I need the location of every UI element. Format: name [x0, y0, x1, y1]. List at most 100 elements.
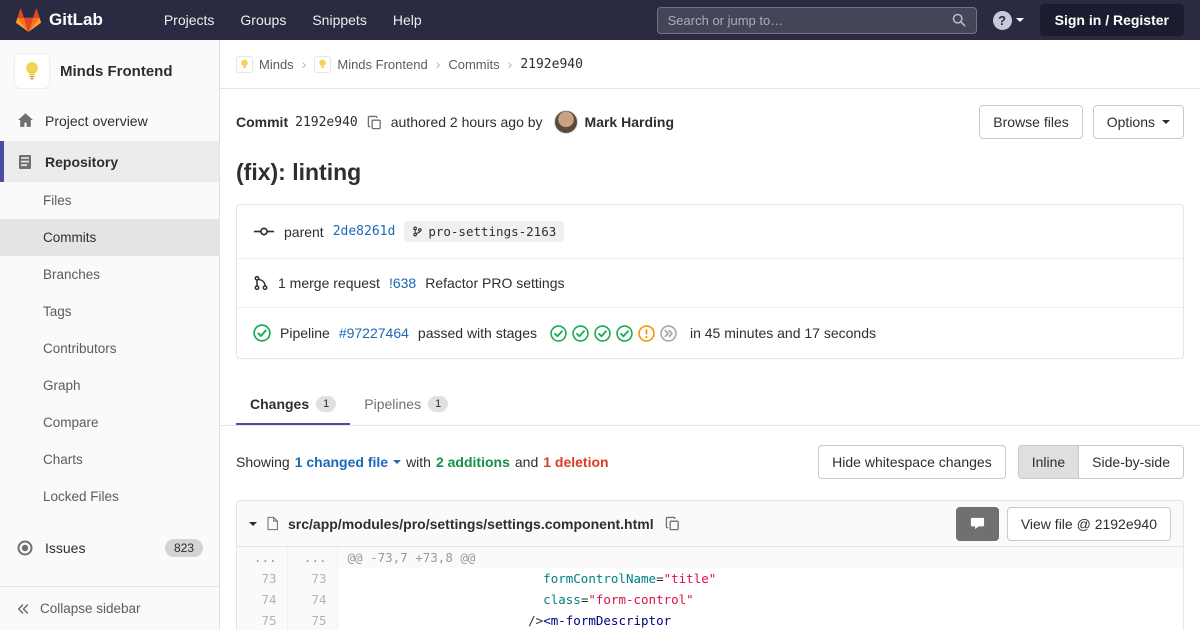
breadcrumb-label: 2192e940 [520, 57, 583, 72]
menu-help[interactable]: Help [380, 0, 435, 40]
diff-summary-bar: Showing 1 changed file with 2 additions … [220, 426, 1200, 498]
tab-label: Pipelines [364, 396, 421, 412]
stage-success-icon[interactable] [616, 325, 633, 342]
sign-in-register-button[interactable]: Sign in / Register [1040, 4, 1184, 36]
author-name[interactable]: Mark Harding [585, 114, 674, 130]
chevron-down-icon [1016, 18, 1024, 22]
sidebar-subitem-charts[interactable]: Charts [0, 441, 219, 478]
new-line-number[interactable]: 73 [287, 568, 337, 589]
parent-commit-row: parent 2de8261d pro-settings-2163 [237, 205, 1183, 259]
sidebar-subitem-commits[interactable]: Commits [0, 219, 219, 256]
menu-projects[interactable]: Projects [151, 0, 228, 40]
showing-label: Showing [236, 454, 290, 470]
branch-badge[interactable]: pro-settings-2163 [404, 221, 564, 242]
search-box[interactable] [657, 7, 977, 34]
old-line-number[interactable]: 75 [237, 610, 287, 630]
old-line-number[interactable]: 74 [237, 589, 287, 610]
copy-sha-button[interactable] [365, 113, 384, 132]
collapse-sidebar-button[interactable]: Collapse sidebar [0, 586, 219, 630]
code-attr-value: "form-control" [588, 592, 693, 607]
sidebar-subitem-branches[interactable]: Branches [0, 256, 219, 293]
hunk-header-text: @@ -73,7 +73,8 @@ [337, 547, 1183, 568]
sidebar-subitem-contributors[interactable]: Contributors [0, 330, 219, 367]
diff-line-75: 75 75 /><m-formDescriptor [237, 610, 1183, 630]
main-menu: Projects Groups Snippets Help [151, 0, 435, 40]
code-indent [348, 592, 544, 607]
hide-whitespace-button[interactable]: Hide whitespace changes [818, 445, 1006, 479]
collapse-diff-icon[interactable] [249, 522, 257, 526]
pipeline-row: Pipeline #97227464 passed with stages [237, 308, 1183, 358]
commit-icon [253, 224, 275, 239]
side-by-side-view-button[interactable]: Side-by-side [1078, 445, 1184, 479]
chevron-down-icon [393, 460, 401, 464]
commit-label: Commit [236, 114, 288, 130]
commit-tabs: Changes 1 Pipelines 1 [220, 383, 1200, 426]
breadcrumb-minds[interactable]: Minds [236, 56, 294, 73]
sidebar: Minds Frontend Project overview Reposito… [0, 40, 220, 630]
sidebar-subitem-tags[interactable]: Tags [0, 293, 219, 330]
with-label: with [406, 454, 431, 470]
stage-warning-icon[interactable] [638, 325, 655, 342]
additions-count: 2 additions [436, 454, 510, 470]
copy-file-path-button[interactable] [663, 514, 682, 533]
commit-sha: 2192e940 [295, 115, 358, 130]
pipeline-status-text: passed with stages [418, 325, 537, 341]
diff-table: ... ... @@ -73,7 +73,8 @@ 73 73 formCont… [237, 547, 1183, 630]
sidebar-subitem-locked-files[interactable]: Locked Files [0, 478, 219, 515]
brand-name: GitLab [49, 10, 103, 30]
sidebar-item-label: Repository [45, 154, 118, 170]
menu-groups[interactable]: Groups [227, 0, 299, 40]
breadcrumb-label: Commits [448, 57, 499, 72]
old-line-number: ... [237, 547, 287, 568]
options-dropdown-button[interactable]: Options [1093, 105, 1184, 139]
parent-sha-link[interactable]: 2de8261d [333, 224, 396, 239]
commit-info-box: parent 2de8261d pro-settings-2163 1 merg… [236, 204, 1184, 359]
diff-view-toggle: Inline Side-by-side [1018, 445, 1184, 479]
pipeline-id-link[interactable]: #97227464 [339, 325, 409, 341]
browse-files-button[interactable]: Browse files [979, 105, 1082, 139]
breadcrumb-commit-sha: 2192e940 [520, 57, 583, 72]
sidebar-spacer [0, 568, 219, 586]
tab-pipelines[interactable]: Pipelines 1 [350, 383, 462, 425]
sidebar-subitem-files[interactable]: Files [0, 182, 219, 219]
mr-ref-link[interactable]: !638 [389, 275, 416, 291]
help-dropdown[interactable]: ? [993, 11, 1024, 30]
old-line-number[interactable]: 73 [237, 568, 287, 589]
project-context[interactable]: Minds Frontend [0, 40, 219, 100]
stage-success-icon[interactable] [594, 325, 611, 342]
tab-label: Changes [250, 396, 309, 412]
sidebar-subitem-graph[interactable]: Graph [0, 367, 219, 404]
file-icon [266, 516, 279, 531]
pipeline-status-success-icon[interactable] [253, 324, 271, 342]
stage-success-icon[interactable] [572, 325, 589, 342]
breadcrumb-label: Minds Frontend [337, 57, 427, 72]
breadcrumb-separator: › [508, 56, 513, 72]
search-icon [952, 13, 966, 27]
code-equals: = [656, 571, 664, 586]
new-line-number: ... [287, 547, 337, 568]
diff-file-path[interactable]: src/app/modules/pro/settings/settings.co… [288, 516, 654, 532]
search-input[interactable] [668, 13, 952, 28]
sidebar-item-project-overview[interactable]: Project overview [0, 100, 219, 141]
view-file-button[interactable]: View file @ 2192e940 [1007, 507, 1171, 541]
breadcrumb-commits[interactable]: Commits [448, 57, 499, 72]
breadcrumb-minds-frontend[interactable]: Minds Frontend [314, 56, 427, 73]
diff-file-panel: src/app/modules/pro/settings/settings.co… [236, 500, 1184, 630]
new-line-number[interactable]: 74 [287, 589, 337, 610]
code-plain: /> [528, 613, 543, 628]
sidebar-subitem-compare[interactable]: Compare [0, 404, 219, 441]
stage-skipped-icon[interactable] [660, 325, 677, 342]
gitlab-logo[interactable]: GitLab [16, 8, 103, 33]
new-line-number[interactable]: 75 [287, 610, 337, 630]
sidebar-item-repository[interactable]: Repository [0, 141, 219, 182]
changed-files-dropdown[interactable]: 1 changed file [295, 454, 401, 470]
code-indent [348, 613, 529, 628]
tab-changes[interactable]: Changes 1 [236, 383, 350, 425]
sidebar-item-issues[interactable]: Issues 823 [0, 527, 219, 568]
inline-view-button[interactable]: Inline [1018, 445, 1079, 479]
stage-success-icon[interactable] [550, 325, 567, 342]
toggle-comments-button[interactable] [956, 507, 999, 541]
author-avatar[interactable] [554, 110, 578, 134]
menu-snippets[interactable]: Snippets [299, 0, 379, 40]
chevron-down-icon [1162, 120, 1170, 124]
